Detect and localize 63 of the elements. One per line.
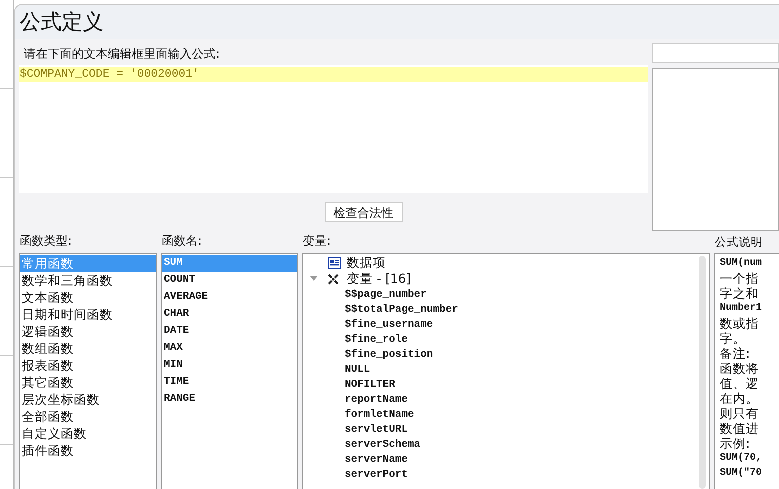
variable-item[interactable]: NOFILTER bbox=[345, 378, 396, 390]
variable-item[interactable]: servletURL bbox=[345, 424, 408, 436]
function-name-item[interactable]: COUNT bbox=[162, 272, 297, 289]
variable-item[interactable]: $$totalPage_number bbox=[345, 304, 458, 316]
tree-node[interactable]: 变量 - [16] bbox=[347, 270, 412, 288]
function-type-item[interactable]: 插件函数 bbox=[20, 442, 156, 459]
function-name-item[interactable]: RANGE bbox=[162, 391, 297, 408]
description-line: 则只有 bbox=[720, 406, 760, 421]
formula-editor[interactable]: $COMPANY_CODE = '00020001' bbox=[19, 65, 648, 193]
function-type-item[interactable]: 逻辑函数 bbox=[20, 323, 156, 340]
function-name-label: 函数名: bbox=[162, 233, 202, 250]
variable-item[interactable]: $$page_number bbox=[345, 288, 427, 300]
description-line: Number1 bbox=[720, 302, 764, 316]
function-type-item[interactable]: 层次坐标函数 bbox=[20, 391, 156, 408]
scrollbar[interactable] bbox=[699, 256, 706, 489]
function-type-item[interactable]: 文本函数 bbox=[20, 289, 156, 306]
variable-item[interactable]: formletName bbox=[345, 408, 414, 420]
table-icon bbox=[328, 257, 341, 269]
function-name-item[interactable]: CHAR bbox=[162, 306, 297, 323]
variable-item[interactable]: serverPort bbox=[345, 468, 408, 480]
search-field[interactable] bbox=[652, 43, 779, 63]
function-name-item[interactable]: MIN bbox=[162, 357, 297, 374]
description-line: SUM(70, bbox=[720, 452, 764, 466]
expand-arrow-icon[interactable] bbox=[310, 276, 318, 281]
dialog-title: 公式定义 bbox=[20, 9, 104, 36]
variable-item[interactable]: $fine_position bbox=[345, 348, 434, 360]
function-type-item[interactable]: 报表函数 bbox=[20, 357, 156, 374]
function-type-item[interactable]: 数学和三角函数 bbox=[20, 272, 156, 289]
description-line: 函数将 bbox=[720, 361, 760, 376]
function-name-item[interactable]: DATE bbox=[162, 323, 297, 340]
description-line: SUM(num bbox=[720, 256, 764, 271]
function-type-item[interactable]: 其它函数 bbox=[20, 374, 156, 391]
description-line: 备注: bbox=[720, 346, 752, 361]
description-line: 示例: bbox=[720, 436, 752, 451]
variable-item[interactable]: $fine_role bbox=[345, 334, 408, 346]
description-line: 字。 bbox=[720, 331, 747, 346]
function-type-item[interactable]: 自定义函数 bbox=[20, 425, 156, 442]
variable-item[interactable]: reportName bbox=[345, 394, 408, 406]
function-type-label: 函数类型: bbox=[20, 233, 72, 250]
description-line: 在内。 bbox=[720, 391, 760, 406]
description-label: 公式说明 bbox=[715, 235, 763, 250]
function-name-item[interactable]: MAX bbox=[162, 340, 297, 357]
function-type-item[interactable]: 数组函数 bbox=[20, 340, 156, 357]
variable-item[interactable]: NULL bbox=[345, 364, 370, 376]
function-type-item[interactable]: 全部函数 bbox=[20, 408, 156, 425]
description-line: 数值进 bbox=[720, 421, 760, 436]
variable-item[interactable]: serverName bbox=[345, 454, 408, 466]
variable-item[interactable]: $fine_username bbox=[345, 318, 434, 330]
function-type-item[interactable]: 日期和时间函数 bbox=[20, 306, 156, 323]
description-line: 字之和 bbox=[720, 286, 760, 301]
description-line: 值、逻 bbox=[720, 376, 760, 391]
variable-item[interactable]: serverSchema bbox=[345, 438, 421, 450]
editor-label: 请在下面的文本编辑框里面输入公式: bbox=[24, 46, 220, 62]
text-area[interactable] bbox=[652, 68, 779, 231]
description-line: 数或指 bbox=[720, 316, 760, 331]
check-validity-button[interactable]: 检查合法性 bbox=[324, 202, 402, 222]
description-line: SUM("70 bbox=[720, 466, 764, 481]
variable-icon bbox=[328, 274, 339, 284]
description-line: 一个指 bbox=[720, 271, 760, 286]
function-name-item[interactable]: TIME bbox=[162, 374, 297, 391]
function-name-item[interactable]: AVERAGE bbox=[162, 289, 297, 306]
tree-node[interactable]: 数据项 bbox=[347, 254, 386, 272]
variables-label: 变量: bbox=[303, 233, 332, 250]
